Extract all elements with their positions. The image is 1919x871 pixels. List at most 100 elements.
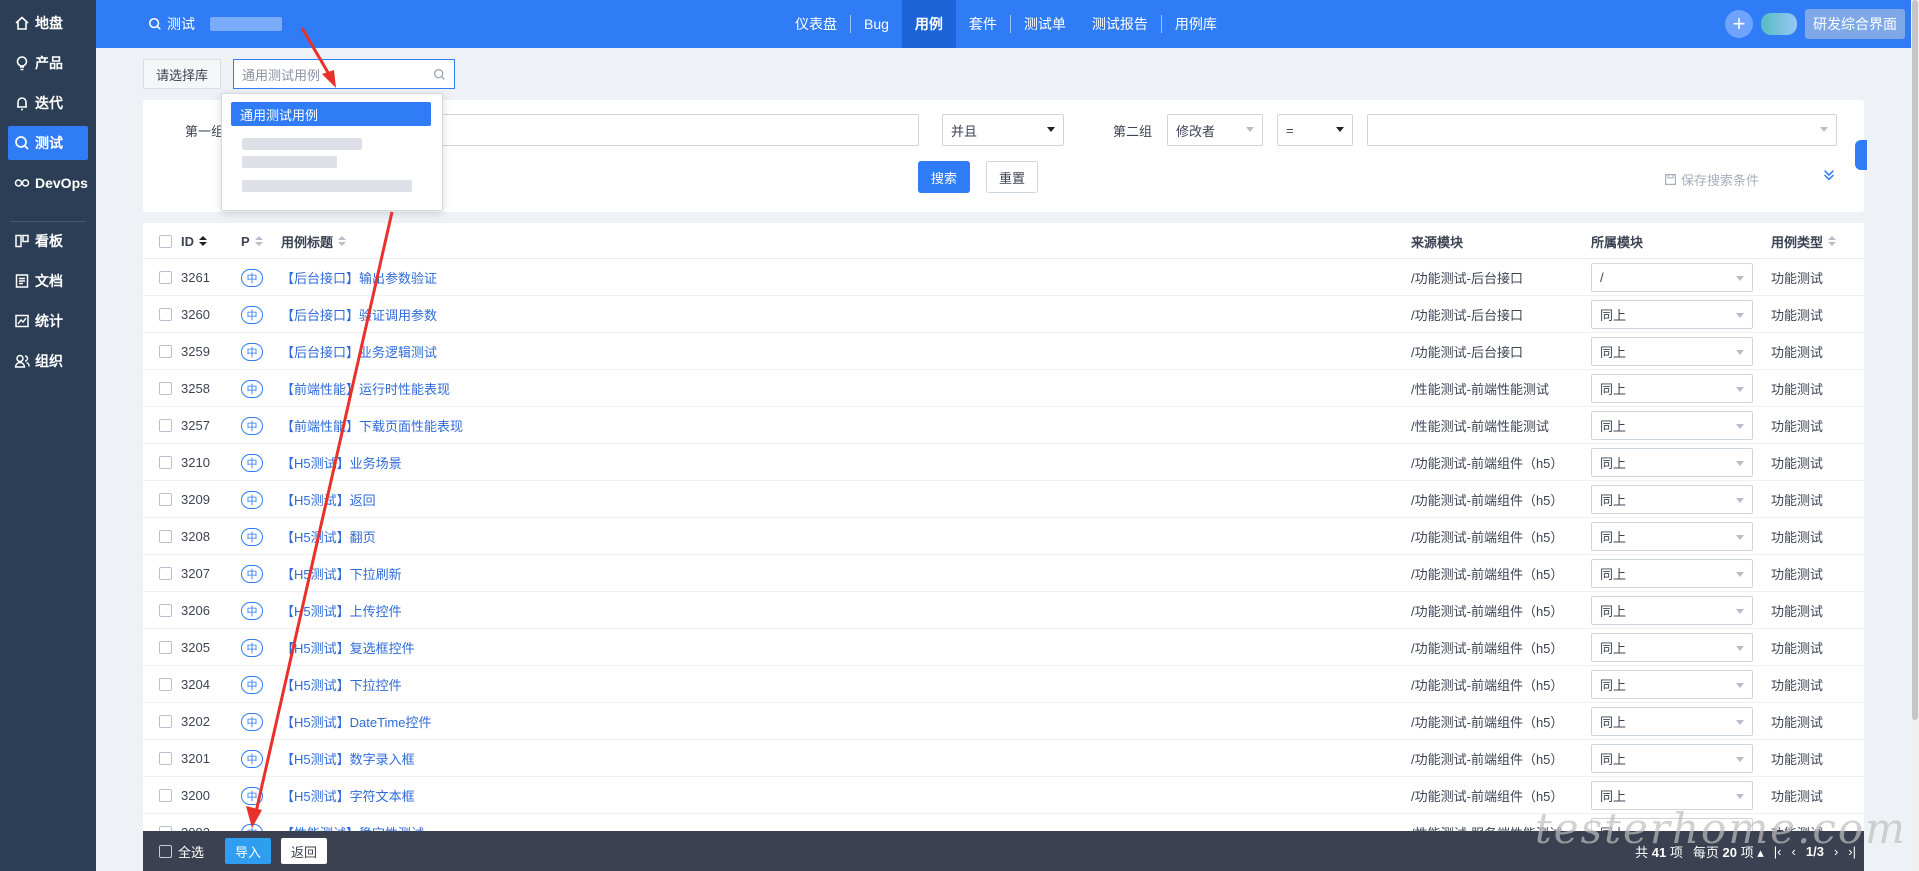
row-title-link[interactable]: 【后台接口】验证调用参数	[281, 296, 437, 333]
table-row[interactable]: 3259 中【后台接口】业务逻辑测试/功能测试-后台接口 同上 功能测试	[143, 333, 1864, 370]
header-title-group[interactable]: 测试	[148, 0, 282, 48]
select-all-checkbox[interactable]	[159, 223, 172, 259]
tab-testcase[interactable]: 用例	[901, 0, 956, 48]
row-module-select[interactable]: 同上	[1591, 670, 1753, 699]
row-title-link[interactable]: 【H5测试】字符文本框	[281, 777, 415, 814]
row-checkbox-cell[interactable]	[159, 629, 172, 666]
sidebar-item-stats[interactable]: 统计	[8, 304, 88, 338]
row-title-link[interactable]: 【前端性能】运行时性能表现	[281, 370, 450, 407]
row-checkbox[interactable]	[159, 271, 172, 284]
workbench-button[interactable]: 研发综合界面	[1805, 9, 1905, 39]
import-button[interactable]: 导入	[225, 838, 271, 864]
tab-bug[interactable]: Bug	[851, 0, 902, 48]
row-checkbox-cell[interactable]	[159, 296, 172, 333]
row-checkbox-cell[interactable]	[159, 518, 172, 555]
avatar[interactable]	[1761, 13, 1797, 35]
tab-testreport[interactable]: 测试报告	[1079, 0, 1161, 48]
row-module-select[interactable]: 同上	[1591, 744, 1753, 773]
row-title-link[interactable]: 【H5测试】返回	[281, 481, 376, 518]
row-checkbox-cell[interactable]	[159, 370, 172, 407]
row-checkbox[interactable]	[159, 345, 172, 358]
row-checkbox[interactable]	[159, 567, 172, 580]
row-module-select[interactable]: 同上	[1591, 707, 1753, 736]
row-checkbox-cell[interactable]	[159, 592, 172, 629]
side-collapse-tab[interactable]	[1855, 140, 1867, 170]
row-module-select[interactable]: 同上	[1591, 522, 1753, 551]
sidebar-item-test[interactable]: 测试	[8, 126, 88, 160]
row-checkbox[interactable]	[159, 752, 172, 765]
row-title-link[interactable]: 【H5测试】数字录入框	[281, 740, 415, 777]
row-title-link[interactable]: 【H5测试】复选框控件	[281, 629, 415, 666]
row-checkbox[interactable]	[159, 641, 172, 654]
row-checkbox[interactable]	[159, 604, 172, 617]
sidebar-item-docs[interactable]: 文档	[8, 264, 88, 298]
row-title-link[interactable]: 【H5测试】上传控件	[281, 592, 402, 629]
row-module-select[interactable]: 同上	[1591, 596, 1753, 625]
tab-suite[interactable]: 套件	[956, 0, 1010, 48]
row-checkbox[interactable]	[159, 308, 172, 321]
library-select[interactable]: 通用测试用例	[233, 59, 456, 89]
table-row[interactable]: 3258 中【前端性能】运行时性能表现/性能测试-前端性能测试 同上 功能测试	[143, 370, 1864, 407]
row-checkbox-cell[interactable]	[159, 407, 172, 444]
checkbox[interactable]	[159, 234, 172, 248]
row-module-select[interactable]: 同上	[1591, 559, 1753, 588]
row-module-select[interactable]: /	[1591, 263, 1753, 292]
double-chevron-down-icon[interactable]	[1822, 168, 1836, 182]
row-module-select[interactable]: 同上	[1591, 633, 1753, 662]
row-checkbox[interactable]	[159, 382, 172, 395]
tab-caselib[interactable]: 用例库	[1162, 0, 1230, 48]
row-module-select[interactable]: 同上	[1591, 448, 1753, 477]
search-button[interactable]: 搜索	[918, 161, 970, 193]
tab-dashboard[interactable]: 仪表盘	[782, 0, 850, 48]
row-title-link[interactable]: 【H5测试】翻页	[281, 518, 376, 555]
row-checkbox-cell[interactable]	[159, 444, 172, 481]
row-checkbox-cell[interactable]	[159, 333, 172, 370]
col-type[interactable]: 用例类型	[1771, 223, 1837, 259]
row-checkbox[interactable]	[159, 789, 172, 802]
table-row[interactable]: 3210 中【H5测试】业务场景/功能测试-前端组件（h5） 同上 功能测试	[143, 444, 1864, 481]
group2-value-select[interactable]	[1367, 114, 1837, 146]
col-title[interactable]: 用例标题	[281, 223, 347, 259]
table-row[interactable]: 3207 中【H5测试】下拉刷新/功能测试-前端组件（h5） 同上 功能测试	[143, 555, 1864, 592]
scrollbar-thumb[interactable]	[1912, 0, 1918, 720]
row-checkbox-cell[interactable]	[159, 777, 172, 814]
blurred-library-option[interactable]	[242, 180, 412, 192]
row-module-select[interactable]: 同上	[1591, 485, 1753, 514]
sidebar-item-home[interactable]: 地盘	[8, 6, 88, 40]
row-title-link[interactable]: 【后台接口】输出参数验证	[281, 259, 437, 296]
save-search-condition[interactable]: 保存搜索条件	[1664, 170, 1759, 189]
library-option[interactable]: 通用测试用例	[231, 102, 431, 126]
row-module-select[interactable]: 同上	[1591, 337, 1753, 366]
sidebar-item-kanban[interactable]: 看板	[8, 224, 88, 258]
row-checkbox-cell[interactable]	[159, 481, 172, 518]
sidebar-item-product[interactable]: 产品	[8, 46, 88, 80]
table-row[interactable]: 3205 中【H5测试】复选框控件/功能测试-前端组件（h5） 同上 功能测试	[143, 629, 1864, 666]
row-checkbox-cell[interactable]	[159, 666, 172, 703]
table-row[interactable]: 3257 中【前端性能】下载页面性能表现/性能测试-前端性能测试 同上 功能测试	[143, 407, 1864, 444]
table-row[interactable]: 3261 中【后台接口】输出参数验证/功能测试-后台接口 / 功能测试	[143, 259, 1864, 296]
row-module-select[interactable]: 同上	[1591, 374, 1753, 403]
row-title-link[interactable]: 【后台接口】业务逻辑测试	[281, 333, 437, 370]
row-checkbox[interactable]	[159, 456, 172, 469]
group-operator-select[interactable]: 并且	[942, 114, 1064, 146]
group2-operator-select[interactable]: =	[1277, 114, 1353, 146]
row-checkbox-cell[interactable]	[159, 259, 172, 296]
table-row[interactable]: 3204 中【H5测试】下拉控件/功能测试-前端组件（h5） 同上 功能测试	[143, 666, 1864, 703]
sidebar-item-devops[interactable]: DevOps	[8, 166, 88, 200]
sidebar-item-org[interactable]: 组织	[8, 344, 88, 378]
row-checkbox[interactable]	[159, 493, 172, 506]
row-checkbox[interactable]	[159, 678, 172, 691]
back-button[interactable]: 返回	[281, 838, 327, 864]
table-row[interactable]: 3206 中【H5测试】上传控件/功能测试-前端组件（h5） 同上 功能测试	[143, 592, 1864, 629]
sidebar-item-iteration[interactable]: 迭代	[8, 86, 88, 120]
page-scrollbar[interactable]	[1911, 0, 1919, 871]
blurred-library-option[interactable]	[242, 138, 362, 150]
row-title-link[interactable]: 【前端性能】下载页面性能表现	[281, 407, 463, 444]
table-row[interactable]: 3209 中【H5测试】返回/功能测试-前端组件（h5） 同上 功能测试	[143, 481, 1864, 518]
row-checkbox[interactable]	[159, 530, 172, 543]
row-title-link[interactable]: 【H5测试】下拉控件	[281, 666, 402, 703]
row-module-select[interactable]: 同上	[1591, 300, 1753, 329]
blurred-library-option[interactable]	[242, 156, 337, 168]
table-row[interactable]: 3201 中【H5测试】数字录入框/功能测试-前端组件（h5） 同上 功能测试	[143, 740, 1864, 777]
table-row[interactable]: 3202 中【H5测试】DateTime控件/功能测试-前端组件（h5） 同上 功能测…	[143, 703, 1864, 740]
